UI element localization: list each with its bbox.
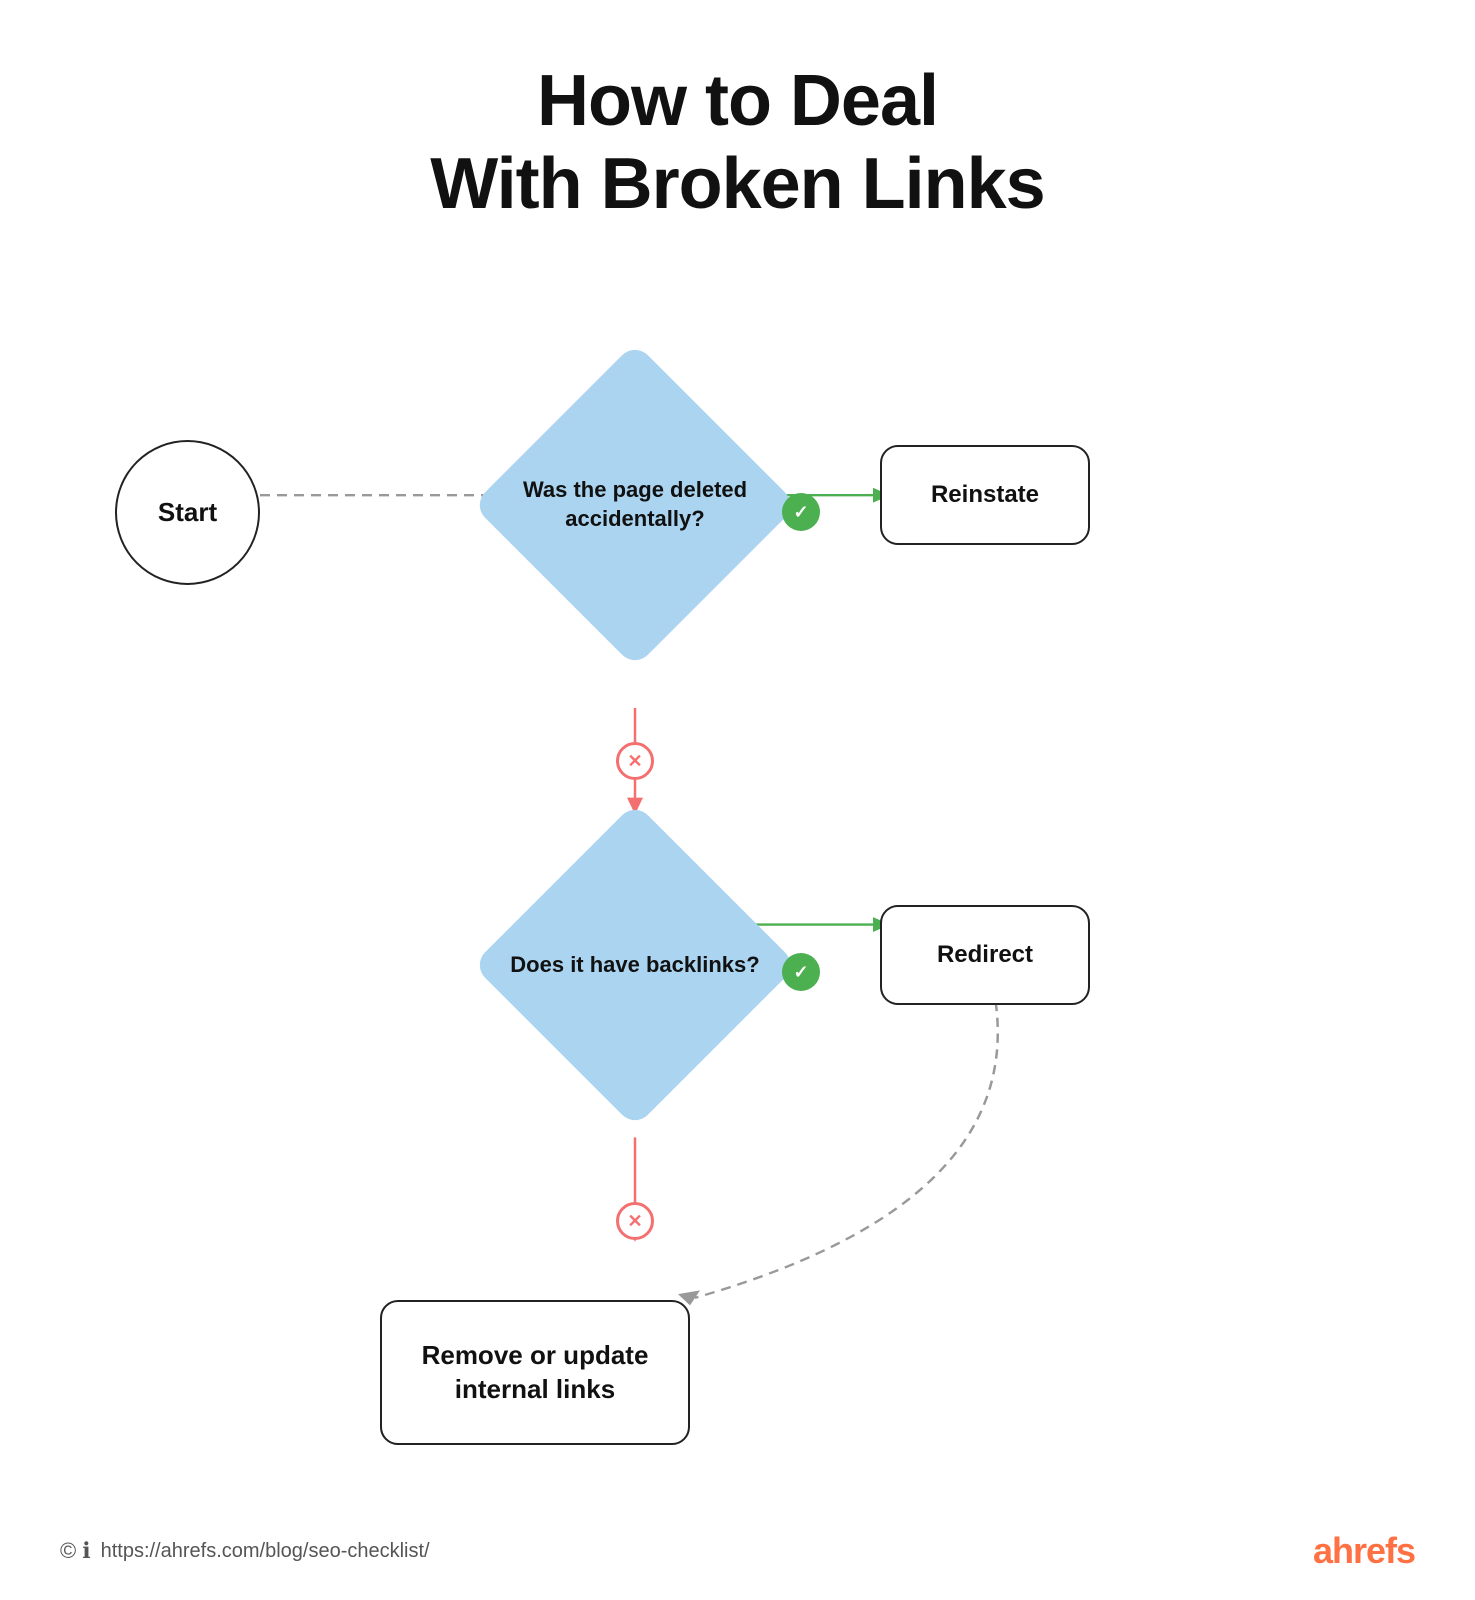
no-icon-1: ✕ (616, 742, 654, 780)
title-line2: With Broken Links (0, 143, 1475, 226)
cc-icon: © (60, 1538, 76, 1564)
diamond-label-1: Was the page deleted accidentally? (480, 422, 790, 588)
remove-box: Remove or update internal links (380, 1300, 690, 1445)
brand-name: ahrefs (1313, 1530, 1415, 1571)
footer-left: © ℹ https://ahrefs.com/blog/seo-checklis… (60, 1538, 430, 1564)
no-icon-2: ✕ (616, 1202, 654, 1240)
redirect-label: Redirect (937, 939, 1033, 970)
start-label: Start (158, 497, 217, 528)
footer: © ℹ https://ahrefs.com/blog/seo-checklis… (0, 1530, 1475, 1572)
footer-icons: © ℹ (60, 1538, 91, 1564)
footer-url: https://ahrefs.com/blog/seo-checklist/ (101, 1540, 430, 1563)
reinstate-box: Reinstate (880, 445, 1090, 545)
redirect-box: Redirect (880, 905, 1090, 1005)
diagram-area: Start Was the page deleted accidentally?… (0, 260, 1475, 1520)
remove-label: Remove or update internal links (382, 1339, 688, 1407)
ahrefs-logo: ahrefs (1313, 1530, 1415, 1572)
page-title: How to Deal With Broken Links (0, 0, 1475, 226)
reinstate-label: Reinstate (931, 479, 1039, 510)
yes-icon-1: ✓ (782, 493, 820, 531)
start-node: Start (115, 440, 260, 585)
info-icon: ℹ (82, 1538, 90, 1564)
title-line1: How to Deal (0, 60, 1475, 143)
yes-icon-2: ✓ (782, 953, 820, 991)
diamond-label-2: Does it have backlinks? (480, 882, 790, 1048)
